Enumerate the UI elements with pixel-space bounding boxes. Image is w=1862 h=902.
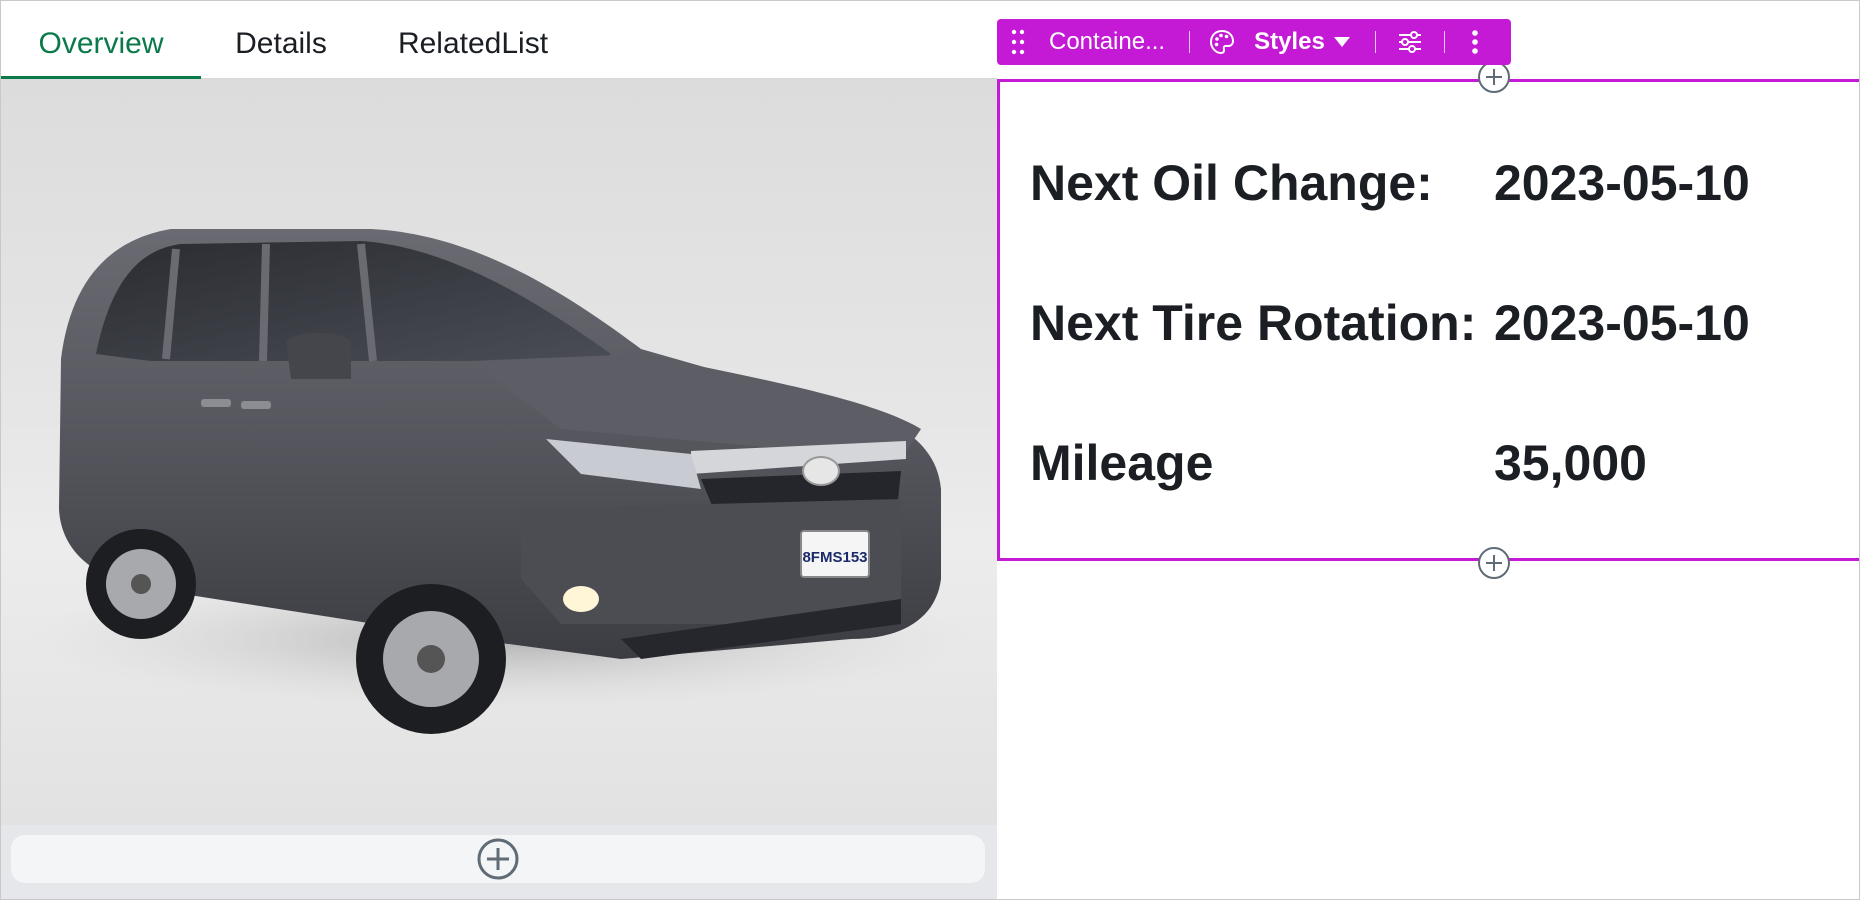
- license-plate-text: 8FMS153: [802, 549, 867, 566]
- caret-down-icon: [1333, 37, 1350, 47]
- container-label: Containe...: [1049, 28, 1166, 55]
- tab-overview[interactable]: Overview: [1, 1, 201, 79]
- page-frame: Overview Details RelatedList 8FMS153 Nex…: [0, 0, 1860, 900]
- palette-icon: [1210, 29, 1235, 55]
- tab-related-list[interactable]: RelatedList: [373, 1, 573, 79]
- field-label: Mileage: [1030, 435, 1214, 491]
- field-value: 2023-05-10: [1494, 295, 1750, 351]
- vehicle-image: 8FMS153: [1, 79, 997, 825]
- container-name-button[interactable]: Containe...: [1041, 19, 1189, 65]
- add-component-button[interactable]: [11, 835, 985, 883]
- field-label: Next Tire Rotation:: [1030, 295, 1477, 351]
- field-value: 2023-05-10: [1494, 155, 1750, 211]
- add-above-button[interactable]: [1478, 61, 1510, 93]
- component-toolbar: Containe... Styles: [997, 19, 1511, 65]
- add-component-strip: [1, 825, 997, 899]
- add-below-button[interactable]: [1478, 547, 1510, 579]
- field-value: 35,000: [1494, 435, 1647, 491]
- plus-circle-icon: [477, 838, 519, 880]
- drag-handle-icon[interactable]: [997, 19, 1041, 65]
- styles-button[interactable]: Styles: [1190, 19, 1365, 65]
- field-label: Next Oil Change:: [1030, 155, 1433, 211]
- plus-icon: [1486, 69, 1502, 85]
- tab-details[interactable]: Details: [213, 1, 349, 79]
- more-options-button[interactable]: [1445, 19, 1497, 65]
- plus-icon: [1486, 555, 1502, 571]
- styles-label: Styles: [1254, 28, 1325, 55]
- settings-button[interactable]: [1376, 19, 1444, 65]
- selected-container[interactable]: Next Oil Change: 2023-05-10 Next Tire Ro…: [997, 79, 1859, 561]
- sliders-icon: [1398, 31, 1421, 53]
- minivan-illustration: 8FMS153: [31, 229, 971, 734]
- more-vertical-icon: [1471, 30, 1478, 54]
- tab-bar: Overview Details RelatedList: [1, 1, 997, 79]
